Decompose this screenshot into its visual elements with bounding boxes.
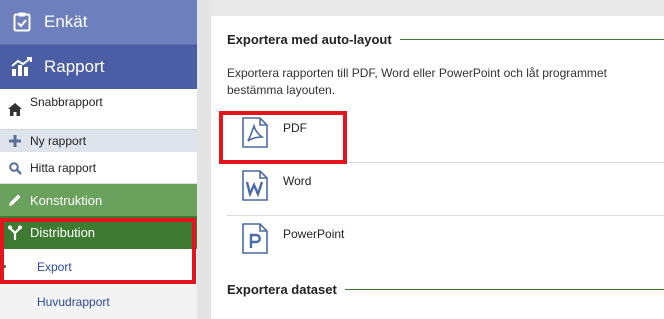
dataset-heading: Exportera dataset <box>227 282 664 297</box>
nav-distribution[interactable]: Distribution <box>0 216 197 249</box>
auto-layout-heading-text: Exportera med auto-layout <box>227 32 392 47</box>
bullet-icon <box>3 265 6 268</box>
heading-rule <box>344 289 664 290</box>
clipboard-check-icon <box>0 12 44 32</box>
sidebar-item-ny-rapport[interactable]: Ny rapport <box>0 129 197 152</box>
sidebar-item-label: Ny rapport <box>30 134 87 148</box>
auto-layout-heading: Exportera med auto-layout <box>227 32 664 47</box>
sidebar-item-label: Export <box>37 259 72 274</box>
sidebar: Enkät Rapport Snabbrapport Ny rapport Hi… <box>0 0 197 319</box>
sidebar-item-label: Huvudrapport <box>37 294 110 309</box>
nav-rapport[interactable]: Rapport <box>0 45 197 89</box>
pdf-file-icon <box>227 111 283 148</box>
export-pdf-label: PDF <box>283 121 307 135</box>
nav-enkat[interactable]: Enkät <box>0 0 197 45</box>
export-powerpoint-label: PowerPoint <box>283 227 345 241</box>
export-powerpoint-option[interactable]: PowerPoint <box>227 217 664 269</box>
dataset-heading-text: Exportera dataset <box>227 282 337 297</box>
word-file-icon <box>227 164 283 201</box>
sidebar-item-label: Hitta rapport <box>30 161 97 175</box>
export-word-option[interactable]: Word <box>227 164 664 216</box>
fork-icon <box>0 225 30 241</box>
sidebar-item-export[interactable]: Export <box>0 249 197 284</box>
nav-enkat-label: Enkät <box>44 12 88 31</box>
sidebar-item-huvudrapport[interactable]: Huvudrapport <box>0 284 197 319</box>
nav-rapport-label: Rapport <box>44 57 105 76</box>
export-word-label: Word <box>283 174 312 188</box>
export-pdf-option[interactable]: PDF <box>227 111 664 163</box>
heading-rule <box>399 39 664 40</box>
auto-layout-description: Exportera rapporten till PDF, Word eller… <box>227 66 607 97</box>
export-panel: Exportera med auto-layout Exportera rapp… <box>211 16 664 319</box>
sidebar-item-label: Snabbrapport <box>30 95 103 109</box>
sidebar-item-hitta-rapport[interactable]: Hitta rapport <box>0 153 197 184</box>
nav-distribution-label: Distribution <box>30 225 96 240</box>
search-icon <box>0 161 30 175</box>
nav-konstruktion[interactable]: Konstruktion <box>0 184 197 216</box>
nav-konstruktion-label: Konstruktion <box>30 192 103 208</box>
home-icon <box>0 95 30 116</box>
sidebar-item-snabbrapport[interactable]: Snabbrapport <box>0 89 197 129</box>
bar-chart-icon <box>0 57 44 77</box>
panel-divider <box>197 0 211 319</box>
pencil-icon <box>0 193 30 207</box>
plus-icon <box>0 135 30 147</box>
powerpoint-file-icon <box>227 217 283 254</box>
